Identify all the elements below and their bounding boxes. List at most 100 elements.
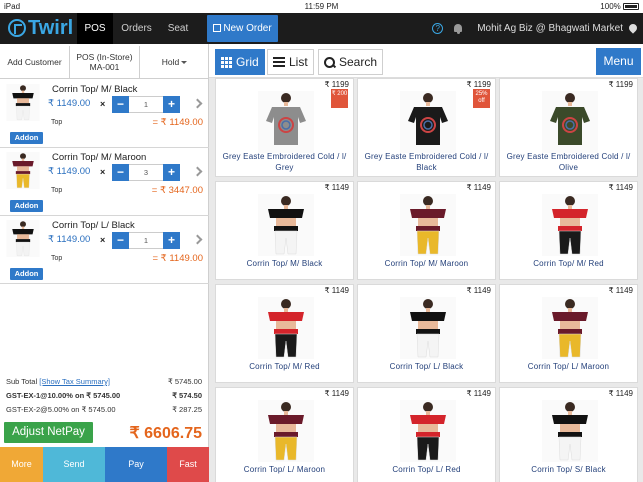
- subtotal-label: Sub Total: [6, 377, 38, 386]
- more-button[interactable]: More: [0, 447, 43, 482]
- quantity-stepper: − 3 +: [112, 164, 180, 181]
- cart-item-total: = ₹ 1149.00: [152, 253, 203, 264]
- addon-button[interactable]: Addon: [10, 200, 43, 212]
- list-label: List: [289, 55, 308, 69]
- hold-dropdown[interactable]: Hold: [140, 46, 209, 78]
- tab-seat[interactable]: Seat: [160, 13, 196, 44]
- cart-item[interactable]: Corrin Top/ M/ Maroon ₹ 1149.00 × − 3 + …: [0, 148, 209, 216]
- product-name: Corrin Top/ L/ Maroon: [243, 465, 326, 474]
- product-price: ₹ 1149: [608, 389, 633, 398]
- cart-item[interactable]: Corrin Top/ L/ Black ₹ 1149.00 × − 1 + T…: [0, 216, 209, 284]
- new-order-icon: [213, 24, 222, 32]
- product-card[interactable]: ₹ 1149 Corrin Top/ M/ Red: [215, 284, 354, 383]
- multiply-icon: ×: [100, 167, 106, 177]
- net-pay-amount: ₹ 6606.75: [129, 425, 202, 442]
- product-card[interactable]: ₹ 1199 ₹ 200 Grey Easte Embroidered Cold…: [215, 78, 354, 177]
- product-card[interactable]: ₹ 1149 Corrin Top/ L/ Black: [357, 284, 496, 383]
- discount-badge: 25% off: [473, 89, 490, 108]
- product-card[interactable]: ₹ 1149 Corrin Top/ S/ Black: [499, 387, 638, 482]
- increment-button[interactable]: +: [163, 96, 180, 113]
- list-view-button[interactable]: List: [267, 49, 314, 75]
- tab-orders[interactable]: Orders: [114, 13, 159, 44]
- product-toolbar: Grid List Search: [209, 44, 643, 78]
- product-image: [258, 297, 314, 359]
- product-card[interactable]: ₹ 1149 Corrin Top/ L/ Maroon: [499, 284, 638, 383]
- product-name: Corrin Top/ M/ Red: [533, 259, 604, 268]
- logo-icon: [8, 19, 26, 37]
- product-price: ₹ 1199: [324, 80, 349, 89]
- product-card[interactable]: ₹ 1149 Corrin Top/ L/ Red: [357, 387, 496, 482]
- tax1-value: ₹ 574.50: [172, 391, 202, 400]
- product-name: Corrin Top/ M/ Black: [246, 259, 323, 268]
- addon-button[interactable]: Addon: [10, 132, 43, 144]
- chevron-right-icon[interactable]: [192, 98, 203, 109]
- product-card[interactable]: ₹ 1149 Corrin Top/ M/ Maroon: [357, 181, 496, 280]
- cart-actions: More Send Pay Fast: [0, 447, 209, 482]
- multiply-icon: ×: [100, 235, 106, 245]
- subtotal-value: ₹ 5745.00: [168, 377, 202, 386]
- chevron-right-icon[interactable]: [192, 166, 203, 177]
- store-name[interactable]: Mohit Ag Biz @ Bhagwati Market: [477, 23, 623, 34]
- cart-panel: Add Customer POS (In-Store) MA-001 Hold …: [0, 44, 209, 482]
- menu-button[interactable]: Menu: [596, 48, 641, 75]
- product-name: Corrin Top/ L/ Maroon: [527, 362, 610, 371]
- help-icon[interactable]: ?: [432, 23, 444, 34]
- product-name: Corrin Top/ M/ Maroon: [384, 259, 469, 268]
- new-order-button[interactable]: New Order: [207, 15, 278, 42]
- product-card[interactable]: ₹ 1149 Corrin Top/ M/ Red: [499, 181, 638, 280]
- cart-item-variant: Top: [51, 119, 63, 126]
- search-icon: [324, 56, 335, 68]
- decrement-button[interactable]: −: [112, 96, 129, 113]
- chevron-right-icon[interactable]: [192, 234, 203, 245]
- addon-button[interactable]: Addon: [10, 268, 43, 280]
- location-pin-icon[interactable]: [629, 24, 637, 34]
- bell-icon[interactable]: [453, 23, 463, 34]
- top-navbar: Twirl POS Orders Seat New Order ? Mohit …: [0, 13, 643, 44]
- discount-badge: ₹ 200: [331, 89, 348, 108]
- order-type-button[interactable]: POS (In-Store) MA-001: [70, 46, 140, 78]
- product-name: Corrin Top/ S/ Black: [531, 465, 606, 474]
- cart-item-name: Corrin Top/ M/ Maroon: [52, 152, 147, 163]
- tab-pos[interactable]: POS: [77, 13, 113, 44]
- cart-item-total: = ₹ 1149.00: [152, 117, 203, 128]
- pay-button[interactable]: Pay: [105, 447, 167, 482]
- product-price: ₹ 1199: [608, 80, 633, 89]
- decrement-button[interactable]: −: [112, 164, 129, 181]
- product-price: ₹ 1149: [466, 389, 491, 398]
- product-card[interactable]: ₹ 1199 25% off Grey Easte Embroidered Co…: [357, 78, 496, 177]
- grid-view-button[interactable]: Grid: [215, 49, 265, 75]
- quantity-input[interactable]: 1: [129, 96, 163, 113]
- decrement-button[interactable]: −: [112, 232, 129, 249]
- multiply-icon: ×: [100, 99, 106, 109]
- send-button[interactable]: Send: [43, 447, 105, 482]
- product-price: ₹ 1149: [324, 183, 349, 192]
- adjust-netpay-button[interactable]: Adjust NetPay: [4, 422, 93, 443]
- product-name: Grey Easte Embroidered Cold / l/ Grey: [222, 152, 347, 172]
- increment-button[interactable]: +: [163, 164, 180, 181]
- product-grid: ₹ 1199 ₹ 200 Grey Easte Embroidered Cold…: [215, 78, 643, 482]
- search-button[interactable]: Search: [318, 49, 384, 75]
- tax2-label: GST-EX-2@5.00% on ₹ 5745.00: [6, 405, 116, 414]
- add-customer-button[interactable]: Add Customer: [0, 46, 70, 78]
- increment-button[interactable]: +: [163, 232, 180, 249]
- cart-item-price: ₹ 1149.00: [48, 166, 91, 177]
- cart-item[interactable]: Corrin Top/ M/ Black ₹ 1149.00 × − 1 + T…: [0, 80, 209, 148]
- order-type-label: POS (In-Store): [76, 52, 133, 62]
- grid-label: Grid: [236, 55, 259, 69]
- cart-item-price: ₹ 1149.00: [48, 98, 91, 109]
- quantity-input[interactable]: 3: [129, 164, 163, 181]
- product-card[interactable]: ₹ 1149 Corrin Top/ L/ Maroon: [215, 387, 354, 482]
- tax1-label: GST-EX-1@10.00% on ₹ 5745.00: [6, 391, 121, 400]
- product-image: [258, 194, 314, 256]
- fast-button[interactable]: Fast: [167, 447, 209, 482]
- product-name: Grey Easte Embroidered Cold / l/ Olive: [506, 152, 631, 172]
- battery-icon: [623, 3, 639, 10]
- product-card[interactable]: ₹ 1149 Corrin Top/ M/ Black: [215, 181, 354, 280]
- product-image: [400, 400, 456, 462]
- product-card[interactable]: ₹ 1199 Grey Easte Embroidered Cold / l/ …: [499, 78, 638, 177]
- product-price: ₹ 1199: [466, 80, 491, 89]
- show-tax-summary-link[interactable]: [Show Tax Summary]: [39, 377, 110, 386]
- quantity-input[interactable]: 1: [129, 232, 163, 249]
- product-name: Corrin Top/ M/ Red: [249, 362, 320, 371]
- cart-item-image: [4, 152, 42, 189]
